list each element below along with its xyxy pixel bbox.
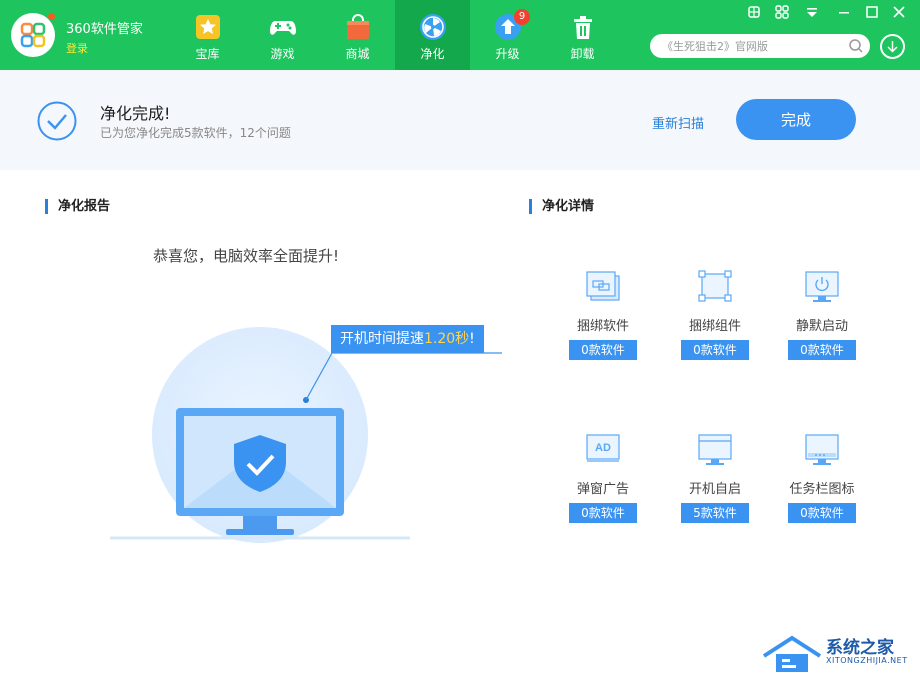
detail-label: 捆绑软件	[576, 319, 629, 334]
close-icon	[893, 6, 905, 18]
popup-ad-icon: AD	[586, 434, 620, 462]
detail-popup-ad[interactable]: AD 弹窗广告 0款软件	[558, 433, 648, 533]
notification-dot	[48, 13, 55, 20]
trash-icon	[573, 16, 592, 39]
download-manager-button[interactable]	[880, 34, 905, 59]
detail-bundled-component[interactable]: 捆绑组件 0款软件	[670, 270, 760, 370]
auto-start-icon	[698, 434, 732, 465]
detail-label: 静默启动	[795, 319, 848, 334]
silent-start-icon	[805, 271, 839, 302]
menu-button[interactable]	[804, 4, 822, 20]
watermark-url: XITONGZHIJIA.NET	[826, 656, 908, 665]
maximize-button[interactable]	[864, 4, 882, 20]
search-box	[650, 34, 870, 58]
rescan-link[interactable]: 重新扫描	[652, 113, 704, 132]
search-icon[interactable]	[848, 38, 864, 54]
tab-games[interactable]: 游戏	[245, 0, 320, 70]
taskbar-icon	[805, 434, 839, 465]
tab-clean[interactable]: 净化	[395, 0, 470, 70]
detail-bundled-software[interactable]: 捆绑软件 0款软件	[558, 270, 648, 370]
gamepad-icon	[269, 21, 296, 35]
tab-label: 卸载	[570, 47, 595, 61]
detail-count: 0款软件	[788, 503, 856, 523]
congrats-message: 恭喜您，电脑效率全面提升!	[153, 247, 340, 265]
upgrade-count-badge: 9	[514, 9, 530, 25]
tab-uninstall[interactable]: 卸载	[545, 0, 620, 70]
detail-label: 捆绑组件	[688, 319, 741, 334]
detail-count: 0款软件	[569, 503, 637, 523]
tab-label: 商城	[345, 47, 370, 61]
minimize-icon	[839, 12, 849, 14]
menu-icon	[807, 8, 817, 17]
shopping-bag-icon	[346, 14, 369, 39]
svg-text:AD: AD	[595, 442, 611, 454]
skin-icon	[748, 6, 760, 18]
minimize-button[interactable]	[836, 4, 854, 20]
done-button[interactable]: 完成	[736, 99, 856, 140]
settings-button[interactable]	[774, 4, 792, 20]
boot-speed-tooltip: 开机时间提速1.20秒!	[331, 325, 484, 353]
detail-silent-start[interactable]: 静默启动 0款软件	[777, 270, 867, 370]
check-circle-icon	[37, 101, 77, 141]
detail-count: 0款软件	[788, 340, 856, 360]
detail-label: 弹窗广告	[576, 482, 629, 497]
fan-icon	[419, 14, 446, 40]
detail-count: 5款软件	[681, 503, 749, 523]
clean-status-bar: 净化完成! 已为您净化完成5款软件，12个问题 重新扫描 完成	[0, 70, 920, 170]
detail-count: 0款软件	[681, 340, 749, 360]
tab-label: 宝库	[195, 47, 220, 61]
settings-icon	[775, 5, 789, 19]
search-input[interactable]	[662, 37, 842, 55]
speed-suffix: !	[469, 331, 475, 347]
report-section-title: 净化报告	[45, 199, 110, 214]
detail-label: 任务栏图标	[789, 482, 855, 497]
tab-label: 净化	[420, 47, 445, 61]
computer-shield-illustration	[110, 327, 502, 543]
details-section-title: 净化详情	[529, 199, 594, 214]
detail-auto-start[interactable]: 开机自启 5款软件	[670, 433, 760, 533]
app-logo	[11, 13, 55, 57]
top-bar: 360软件管家 登录 宝库 游戏 商城 净化 9 升级 卸载 《生死狙击2》官网…	[0, 0, 920, 70]
tab-upgrade[interactable]: 9 升级	[470, 0, 545, 70]
tab-store[interactable]: 商城	[320, 0, 395, 70]
bundled-software-icon	[586, 271, 620, 301]
detail-count: 0款软件	[569, 340, 637, 360]
tab-label: 升级	[495, 47, 520, 61]
logo-icon	[20, 22, 46, 48]
app-title: 360软件管家	[66, 22, 143, 37]
speed-value: 1.20秒	[424, 331, 470, 347]
detail-label: 开机自启	[688, 482, 741, 497]
status-subtitle: 已为您净化完成5款软件，12个问题	[100, 126, 291, 140]
status-title: 净化完成!	[100, 104, 171, 123]
login-link[interactable]: 登录	[66, 40, 88, 56]
star-box-icon	[195, 15, 220, 39]
detail-taskbar-icon[interactable]: 任务栏图标 0款软件	[777, 433, 867, 533]
tab-treasury[interactable]: 宝库	[170, 0, 245, 70]
tab-label: 游戏	[270, 47, 295, 61]
skin-button[interactable]	[746, 4, 764, 20]
watermark-name: 系统之家	[826, 638, 894, 658]
download-arrow-icon	[887, 41, 898, 53]
bundled-component-icon	[698, 270, 732, 302]
speed-prefix: 开机时间提速	[340, 331, 424, 347]
close-button[interactable]	[891, 4, 909, 20]
maximize-icon	[866, 6, 878, 18]
